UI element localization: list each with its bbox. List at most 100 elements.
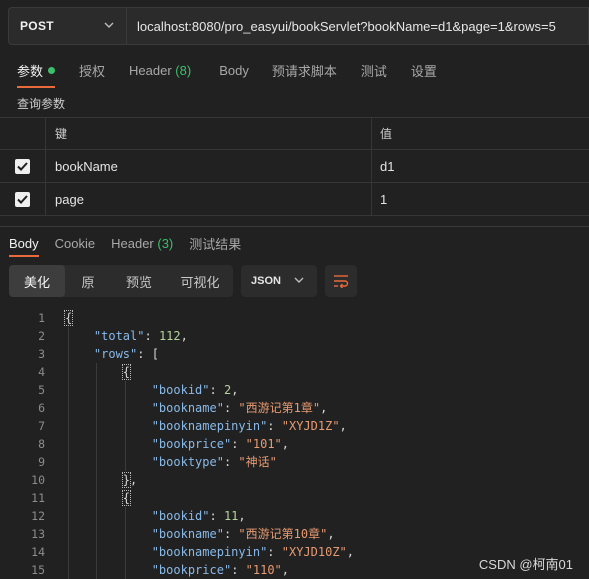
checkmark-icon [17, 161, 28, 171]
line-text: }, [121, 472, 138, 488]
line-number: 7 [38, 419, 45, 433]
line-text: { [121, 364, 132, 380]
params-table: 键 值 bookName d1 page 1 [0, 117, 589, 216]
checkbox-cell [0, 183, 46, 215]
line-number: 15 [31, 563, 45, 577]
active-dot-icon [48, 66, 56, 74]
param-value[interactable]: d1 [372, 150, 589, 182]
line-text: "booknamepinyin": "XYJD1Z", [151, 419, 347, 433]
code-line: 9 "booktype": "神话" [0, 453, 589, 471]
line-number: 2 [38, 329, 45, 343]
line-number: 13 [31, 527, 45, 541]
tab-response-body[interactable]: Body [9, 235, 39, 257]
code-line: 5 "bookid": 2, [0, 381, 589, 399]
active-underline [17, 86, 56, 88]
header-checkbox-cell [0, 118, 46, 149]
line-text: { [121, 490, 132, 506]
code-line: 10 }, [0, 471, 589, 489]
wrap-lines-button[interactable] [325, 265, 357, 297]
chevron-down-icon [104, 22, 114, 28]
tab-tests[interactable]: 测试 [361, 55, 387, 85]
view-pretty-button[interactable]: 美化 [9, 265, 65, 297]
line-number: 10 [31, 473, 45, 487]
tab-body[interactable]: Body [219, 55, 249, 85]
tab-label: 参数 [17, 63, 44, 79]
response-code-viewer[interactable]: 1{2 "total": 112, 3 "rows": [4 {5 "bookid… [0, 309, 589, 579]
tab-auth[interactable]: 授权 [79, 55, 105, 85]
param-key[interactable]: bookName [46, 150, 372, 182]
line-text: "rows": [ [93, 347, 159, 361]
param-key[interactable]: page [46, 183, 372, 215]
code-line: 2 "total": 112, [0, 327, 589, 345]
tab-params[interactable]: 参数 [17, 55, 56, 88]
line-text: "bookprice": "110", [151, 563, 289, 577]
view-toolbar: 美化 原 预览 可视化 JSON [9, 265, 357, 297]
chevron-down-icon [294, 277, 304, 283]
code-line: 11 { [0, 489, 589, 507]
tab-pre-request-script[interactable]: 预请求脚本 [272, 55, 337, 85]
code-line: 7 "booknamepinyin": "XYJD1Z", [0, 417, 589, 435]
line-number: 6 [38, 401, 45, 415]
line-number: 12 [31, 509, 45, 523]
tab-test-results[interactable]: 测试结果 [189, 234, 241, 253]
request-bar: POST localhost:8080/pro_easyui/bookServl… [8, 7, 589, 45]
response-tabs: Body Cookie Header (3) 测试结果 [9, 233, 241, 257]
checkbox-cell [0, 150, 46, 182]
line-number: 4 [38, 365, 45, 379]
line-number: 14 [31, 545, 45, 559]
wrap-lines-icon [334, 275, 349, 288]
line-text: "booknamepinyin": "XYJD10Z", [151, 545, 355, 559]
tab-label: 测试 [360, 63, 387, 79]
table-row: page 1 [0, 183, 589, 216]
line-text: { [63, 310, 74, 326]
format-value: JSON [251, 275, 281, 287]
line-text: "booktype": "神话" [151, 455, 277, 469]
table-row: bookName d1 [0, 150, 589, 183]
tab-label: Body [9, 235, 39, 251]
line-number: 8 [38, 437, 45, 451]
code-line: 12 "bookid": 11, [0, 507, 589, 525]
request-tabs: 参数 授权 Header (8) Body 预请求脚本 测试 设置 [0, 55, 437, 88]
tab-response-cookie[interactable]: Cookie [55, 236, 95, 251]
view-preview-button[interactable]: 预览 [111, 265, 167, 297]
line-text: "bookid": 2, [151, 383, 239, 397]
tab-label: Header [111, 235, 154, 251]
code-line: 8 "bookprice": "101", [0, 435, 589, 453]
line-number: 1 [38, 311, 45, 325]
tab-count: (8) [175, 62, 192, 78]
method-select[interactable]: POST [8, 7, 126, 45]
tab-response-header[interactable]: Header (3) [111, 236, 173, 251]
view-raw-button[interactable]: 原 [65, 265, 111, 297]
tab-label: 测试结果 [189, 236, 242, 252]
pane-divider[interactable] [0, 226, 589, 227]
format-select[interactable]: JSON [241, 265, 317, 297]
tab-settings[interactable]: 设置 [411, 55, 437, 85]
tab-count: (3) [157, 235, 174, 251]
section-title: 查询参数 [17, 97, 66, 111]
line-text: "bookname": "西游记第1章", [151, 401, 328, 415]
code-lines: 1{2 "total": 112, 3 "rows": [4 {5 "bookid… [0, 309, 589, 579]
code-line: 13 "bookname": "西游记第10章", [0, 525, 589, 543]
tab-label: Header [129, 62, 172, 78]
line-number: 3 [38, 347, 45, 361]
method-label: POST [20, 19, 54, 33]
tab-label: 设置 [410, 63, 437, 79]
line-number: 5 [38, 383, 45, 397]
param-checkbox[interactable] [15, 158, 30, 174]
line-text: "total": 112, [93, 329, 188, 343]
line-text: "bookprice": "101", [151, 437, 289, 451]
param-checkbox[interactable] [15, 191, 30, 207]
view-visualize-button[interactable]: 可视化 [167, 265, 233, 297]
view-mode-segment: 美化 原 预览 可视化 [9, 265, 233, 297]
code-line: 6 "bookname": "西游记第1章", [0, 399, 589, 417]
line-number: 9 [38, 455, 45, 469]
url-input[interactable]: localhost:8080/pro_easyui/bookServlet?bo… [126, 7, 589, 45]
code-line: 3 "rows": [ [0, 345, 589, 363]
tab-header[interactable]: Header (8) [129, 55, 191, 85]
code-line: 1{ [0, 309, 589, 327]
param-value[interactable]: 1 [372, 183, 589, 215]
tab-label: Cookie [54, 235, 96, 251]
tab-label: 预请求脚本 [271, 63, 337, 79]
table-header: 键 值 [0, 117, 589, 150]
line-text: "bookname": "西游记第10章", [151, 527, 335, 541]
